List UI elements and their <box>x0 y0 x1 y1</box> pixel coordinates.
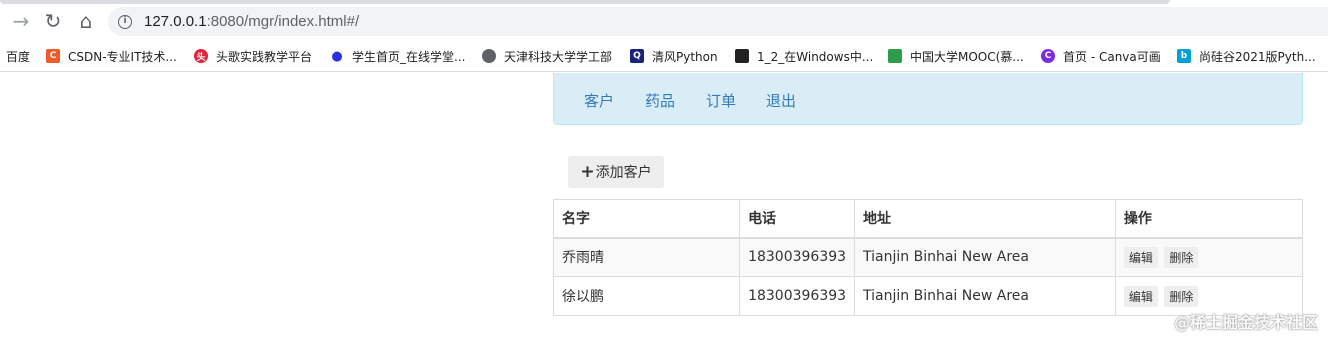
bookmark-label: 中国大学MOOC(慕... <box>910 49 1024 64</box>
table-row: 乔雨晴 18300396393 Tianjin Binhai New Area … <box>552 237 1304 277</box>
table-header-row: 名字 电话 地址 操作 <box>552 199 1304 239</box>
back-arrow-icon[interactable]: → <box>8 8 34 34</box>
bookmark-label: CSDN-专业IT技术... <box>68 49 177 64</box>
book-icon <box>735 49 749 63</box>
info-icon[interactable]: i <box>118 14 132 29</box>
cell-name: 徐以鹏 <box>552 276 741 316</box>
url-host: 127.0.0.1 <box>144 13 207 30</box>
nav-orders[interactable]: 订单 <box>706 90 736 111</box>
watermark: @稀土掘金技术社区 <box>1173 313 1318 332</box>
plus-icon: + <box>580 162 595 182</box>
url-text: 127.0.0.1:8080/mgr/index.html#/ <box>144 13 359 30</box>
bookmark-label: 1_2_在Windows中... <box>757 49 874 64</box>
cell-address: Tianjin Binhai New Area <box>854 276 1116 316</box>
bookmark-csdn[interactable]: C CSDN-专业IT技术... <box>46 46 177 66</box>
header-phone: 电话 <box>739 199 856 239</box>
bookmark-baidu[interactable]: 百度 <box>6 46 30 66</box>
bookmark-educoder[interactable]: 头 头歌实践教学平台 <box>194 46 312 66</box>
bookmark-label: 头歌实践教学平台 <box>216 49 313 64</box>
tab-strip-edge <box>0 0 1170 4</box>
url-path: :8080/mgr/index.html#/ <box>206 13 360 30</box>
bookmark-mooc[interactable]: 中国大学MOOC(慕... <box>888 46 1024 66</box>
bookmark-windows[interactable]: 1_2_在Windows中... <box>735 46 873 66</box>
paw-icon: ● <box>331 48 343 64</box>
cell-phone: 18300396393 <box>739 276 856 316</box>
cell-actions: 编辑 删除 <box>1114 237 1304 277</box>
bookmark-label: 天津科技大学学工部 <box>504 49 613 64</box>
bookmark-tust[interactable]: 天津科技大学学工部 <box>482 46 612 66</box>
app-navbar: 客户 药品 订单 退出 <box>553 73 1303 125</box>
edit-button[interactable]: 编辑 <box>1123 285 1158 307</box>
mooc-icon <box>888 49 902 63</box>
bookmark-label: 尚硅谷2021版Pyth... <box>1199 49 1316 64</box>
edit-button[interactable]: 编辑 <box>1123 246 1158 268</box>
cell-name: 乔雨晴 <box>552 237 741 277</box>
cell-address: Tianjin Binhai New Area <box>854 237 1116 277</box>
nav-medicines[interactable]: 药品 <box>645 90 675 111</box>
nav-customers[interactable]: 客户 <box>584 90 614 111</box>
bookmark-bilibili[interactable]: b 尚硅谷2021版Pyth... <box>1177 46 1316 66</box>
bookmark-xuetang[interactable]: ● 学生首页_在线学堂... <box>330 46 465 66</box>
delete-button[interactable]: 删除 <box>1164 285 1199 307</box>
bookmark-label: 清风Python <box>652 49 718 64</box>
add-customer-button[interactable]: + 添加客户 <box>568 156 664 188</box>
header-actions: 操作 <box>1114 199 1304 239</box>
delete-button[interactable]: 删除 <box>1164 246 1199 268</box>
bilibili-icon: b <box>1177 49 1191 63</box>
reload-icon[interactable]: ↻ <box>40 8 66 34</box>
bookmark-label: 首页 - Canva可画 <box>1063 49 1161 64</box>
globe-icon <box>482 49 496 63</box>
browser-toolbar: → ↻ ⌂ i 127.0.0.1:8080/mgr/index.html#/ <box>0 0 1328 40</box>
header-address: 地址 <box>854 199 1116 239</box>
header-name: 名字 <box>552 199 741 239</box>
cell-phone: 18300396393 <box>739 237 856 277</box>
customers-table: 名字 电话 地址 操作 乔雨晴 18300396393 Tianjin Binh… <box>552 199 1304 316</box>
address-bar[interactable]: i 127.0.0.1:8080/mgr/index.html#/ <box>108 7 1328 36</box>
bookmark-qingfeng[interactable]: Q 清风Python <box>630 46 718 66</box>
home-icon[interactable]: ⌂ <box>73 8 99 34</box>
bookmark-canva[interactable]: C 首页 - Canva可画 <box>1041 46 1161 66</box>
qingfeng-icon: Q <box>630 49 644 63</box>
bookmark-label: 学生首页_在线学堂... <box>352 49 466 64</box>
canva-icon: C <box>1041 49 1055 63</box>
bookmark-label: 百度 <box>6 49 31 64</box>
csdn-icon: C <box>46 49 60 63</box>
educoder-icon: 头 <box>194 49 208 63</box>
add-customer-label: 添加客户 <box>595 165 652 181</box>
bookmarks-bar: 百度 C CSDN-专业IT技术... 头 头歌实践教学平台 ● 学生首页_在线… <box>0 40 1328 72</box>
nav-logout[interactable]: 退出 <box>766 90 796 111</box>
